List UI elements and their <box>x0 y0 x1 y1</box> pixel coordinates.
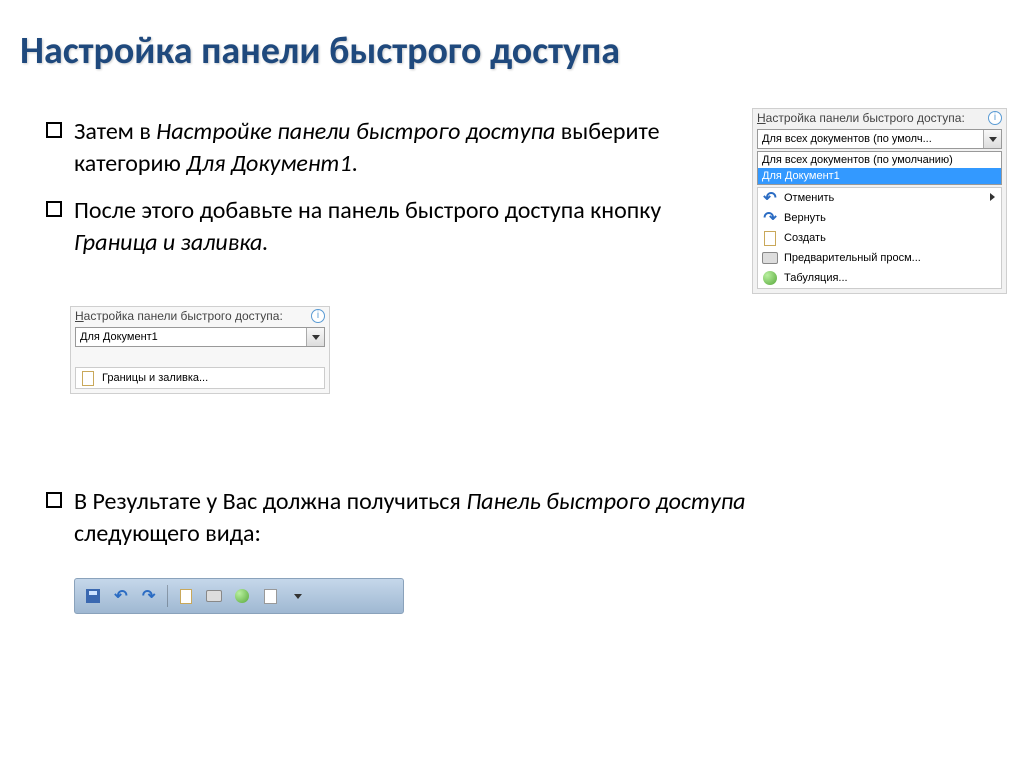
para1-text-e: . <box>352 149 358 178</box>
undo-icon: ↶ <box>114 586 127 606</box>
qat-preview-button[interactable] <box>202 584 226 608</box>
qat-settings-label-mid: Настройка панели быстрого доступа: i <box>71 307 329 325</box>
redo-icon: ↶ <box>142 586 155 606</box>
hotkey-underline: Н <box>75 309 84 323</box>
page-icon <box>80 370 96 386</box>
scope-dropdown[interactable]: Для всех документов (по умолч... <box>757 129 1002 149</box>
para3-text-a: В Результате у Вас должна получиться <box>74 487 466 516</box>
qat-redo-button[interactable]: ↶ <box>137 584 161 608</box>
print-preview-icon <box>762 250 778 266</box>
hotkey-underline: Н <box>757 111 766 125</box>
command-list: ↶ Отменить ↶ Вернуть Создать Предварител… <box>757 187 1002 289</box>
paragraph-2: После этого добавьте на панель быстрого … <box>46 195 746 260</box>
qat-settings-label: Настройка панели быстрого доступа: i <box>753 109 1006 127</box>
paragraph-1: Затем в Настройке панели быстрого доступ… <box>46 116 746 181</box>
new-doc-icon <box>762 230 778 246</box>
label-rest: астройка панели быстрого доступа: <box>84 309 283 323</box>
para3-text-b: Панель быстрого доступа <box>466 487 745 516</box>
globe-icon <box>762 270 778 286</box>
new-doc-icon <box>180 589 192 604</box>
scope-dropdown-mid[interactable]: Для Документ1 <box>75 327 325 347</box>
save-icon <box>86 589 100 603</box>
dropdown-options-list: Для всех документов (по умолчанию) Для Д… <box>757 151 1002 185</box>
dropdown-selected-text: Для всех документов (по умолч... <box>758 133 983 145</box>
paragraph-3-block: В Результате у Вас должна получиться Пан… <box>46 480 746 565</box>
dropdown-button[interactable] <box>983 130 1001 148</box>
para1-text-b: Настройке панели быстрого доступа <box>156 117 555 146</box>
cmd-tabulation[interactable]: Табуляция... <box>758 268 1001 288</box>
bullet-icon <box>46 492 62 508</box>
cmd-preview[interactable]: Предварительный просм... <box>758 248 1001 268</box>
undo-icon: ↶ <box>762 190 778 206</box>
cmd-label: Табуляция... <box>784 272 848 284</box>
cmd-label: Предварительный просм... <box>784 252 921 264</box>
qat-settings-panel-expanded: Настройка панели быстрого доступа: i Для… <box>752 108 1007 294</box>
cmd-borders-shading[interactable]: Границы и заливка... <box>76 368 324 388</box>
dropdown-button-mid[interactable] <box>306 328 324 346</box>
para1-text-d: Для Документ1 <box>186 149 351 178</box>
redo-icon: ↶ <box>762 210 778 226</box>
bullet-icon <box>46 122 62 138</box>
info-icon[interactable]: i <box>311 309 325 323</box>
globe-icon <box>235 589 249 603</box>
para2-text-b: Граница и заливка. <box>74 228 268 257</box>
para1-text-a: Затем в <box>74 117 156 146</box>
cmd-label: Границы и заливка... <box>102 372 208 384</box>
print-preview-icon <box>206 590 222 602</box>
cmd-new[interactable]: Создать <box>758 228 1001 248</box>
cmd-redo[interactable]: ↶ Вернуть <box>758 208 1001 228</box>
qat-save-button[interactable] <box>81 584 105 608</box>
chevron-down-icon <box>989 137 997 142</box>
bullet-icon <box>46 201 62 217</box>
cmd-label: Вернуть <box>784 212 826 224</box>
para3-text-c: следующего вида: <box>74 519 261 548</box>
quick-access-toolbar-result: ↶ ↶ <box>74 578 404 614</box>
chevron-down-icon <box>294 594 302 599</box>
qat-new-button[interactable] <box>174 584 198 608</box>
chevron-down-icon <box>312 335 320 340</box>
page-title: Настройка панели быстрого доступа <box>0 0 1024 82</box>
dropdown-selected-text-mid: Для Документ1 <box>76 331 306 343</box>
info-icon[interactable]: i <box>988 111 1002 125</box>
qat-borders-button[interactable] <box>258 584 282 608</box>
qat-settings-panel-result: Настройка панели быстрого доступа: i Для… <box>70 306 330 394</box>
label-rest: астройка панели быстрого доступа: <box>766 111 965 125</box>
qat-undo-button[interactable]: ↶ <box>109 584 133 608</box>
paragraph-3: В Результате у Вас должна получиться Пан… <box>46 486 746 551</box>
para2-text-a: После этого добавьте на панель быстрого … <box>74 196 661 225</box>
qat-customize-button[interactable] <box>286 584 310 608</box>
dropdown-option-document1[interactable]: Для Документ1 <box>758 168 1001 184</box>
qat-tabulation-button[interactable] <box>230 584 254 608</box>
page-icon <box>264 589 277 604</box>
cmd-undo[interactable]: ↶ Отменить <box>758 188 1001 208</box>
toolbar-separator <box>167 585 168 607</box>
dropdown-option-all-docs[interactable]: Для всех документов (по умолчанию) <box>758 152 1001 168</box>
command-list-mid: Границы и заливка... <box>75 367 325 389</box>
cmd-label: Отменить <box>784 192 834 204</box>
submenu-arrow-icon <box>990 193 995 201</box>
cmd-label: Создать <box>784 232 826 244</box>
content-left: Затем в Настройке панели быстрого доступ… <box>46 110 746 274</box>
